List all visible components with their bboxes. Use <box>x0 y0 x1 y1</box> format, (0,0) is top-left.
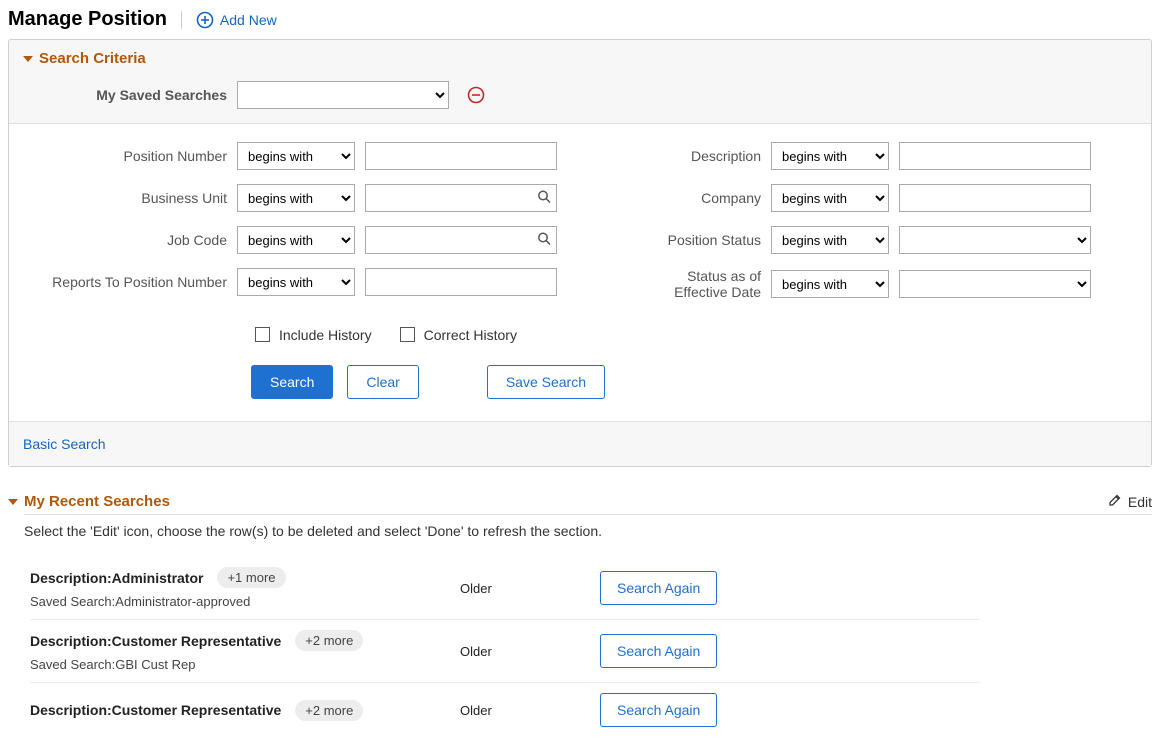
recent-item-time: Older <box>460 581 600 596</box>
add-new-button[interactable]: Add New <box>196 11 277 29</box>
saved-searches-label: My Saved Searches <box>23 87 227 103</box>
include-history-input[interactable] <box>255 327 270 342</box>
recent-item-title: Description:Customer Representative <box>30 702 281 718</box>
search-again-button[interactable]: Search Again <box>600 693 717 727</box>
reports-to-op[interactable]: begins with <box>237 268 355 296</box>
save-search-button[interactable]: Save Search <box>487 365 605 399</box>
recent-hint: Select the 'Edit' icon, choose the row(s… <box>24 514 1152 539</box>
position-number-op[interactable]: begins with <box>237 142 355 170</box>
reports-to-label: Reports To Position Number <box>23 274 227 290</box>
edit-button[interactable]: Edit <box>1108 493 1152 510</box>
page-title: Manage Position <box>8 8 167 31</box>
position-number-input[interactable] <box>365 142 557 170</box>
company-label: Company <box>637 190 761 206</box>
basic-search-link[interactable]: Basic Search <box>23 436 105 452</box>
remove-saved-search-button[interactable] <box>467 86 485 104</box>
include-history-label: Include History <box>279 327 372 343</box>
correct-history-input[interactable] <box>400 327 415 342</box>
recent-item-saved: Saved Search:Administrator-approved <box>30 594 460 609</box>
recent-item-time: Older <box>460 644 600 659</box>
recent-item-title: Description:Administrator <box>30 570 203 586</box>
pencil-icon <box>1108 493 1122 510</box>
chevron-down-icon <box>8 499 18 505</box>
divider <box>181 11 182 29</box>
description-label: Description <box>637 148 761 164</box>
business-unit-op[interactable]: begins with <box>237 184 355 212</box>
more-badge[interactable]: +1 more <box>217 567 285 588</box>
position-number-label: Position Number <box>23 148 227 164</box>
more-badge[interactable]: +2 more <box>295 700 363 721</box>
search-criteria-title: Search Criteria <box>39 50 146 67</box>
position-status-label: Position Status <box>637 232 761 248</box>
recent-item-title: Description:Customer Representative <box>30 633 281 649</box>
business-unit-input[interactable] <box>365 184 557 212</box>
correct-history-label: Correct History <box>424 327 517 343</box>
lookup-icon[interactable] <box>537 232 551 249</box>
edit-label: Edit <box>1128 494 1152 510</box>
search-again-button[interactable]: Search Again <box>600 634 717 668</box>
description-input[interactable] <box>899 142 1091 170</box>
status-eff-label: Status as of Effective Date <box>637 268 761 300</box>
more-badge[interactable]: +2 more <box>295 630 363 651</box>
description-op[interactable]: begins with <box>771 142 889 170</box>
lookup-icon[interactable] <box>537 190 551 207</box>
business-unit-label: Business Unit <box>23 190 227 206</box>
company-input[interactable] <box>899 184 1091 212</box>
chevron-down-icon <box>23 56 33 62</box>
job-code-label: Job Code <box>23 232 227 248</box>
include-history-checkbox[interactable]: Include History <box>251 324 372 345</box>
correct-history-checkbox[interactable]: Correct History <box>396 324 517 345</box>
plus-circle-icon <box>196 11 214 29</box>
status-eff-input[interactable] <box>899 270 1091 298</box>
search-button[interactable]: Search <box>251 365 333 399</box>
minus-circle-icon <box>467 86 485 104</box>
job-code-input[interactable] <box>365 226 557 254</box>
status-eff-op[interactable]: begins with <box>771 270 889 298</box>
company-op[interactable]: begins with <box>771 184 889 212</box>
search-criteria-toggle[interactable]: Search Criteria <box>23 50 1137 67</box>
saved-searches-select[interactable] <box>237 81 449 109</box>
recent-item-time: Older <box>460 703 600 718</box>
position-status-input[interactable] <box>899 226 1091 254</box>
job-code-op[interactable]: begins with <box>237 226 355 254</box>
recent-item-saved: Saved Search:GBI Cust Rep <box>30 657 460 672</box>
search-again-button[interactable]: Search Again <box>600 571 717 605</box>
position-status-op[interactable]: begins with <box>771 226 889 254</box>
add-new-label: Add New <box>220 12 277 28</box>
clear-button[interactable]: Clear <box>347 365 418 399</box>
recent-searches-title: My Recent Searches <box>24 493 170 510</box>
search-criteria-panel: Search Criteria My Saved Searches Positi… <box>8 39 1152 467</box>
recent-searches-toggle[interactable]: My Recent Searches <box>8 493 170 510</box>
reports-to-input[interactable] <box>365 268 557 296</box>
